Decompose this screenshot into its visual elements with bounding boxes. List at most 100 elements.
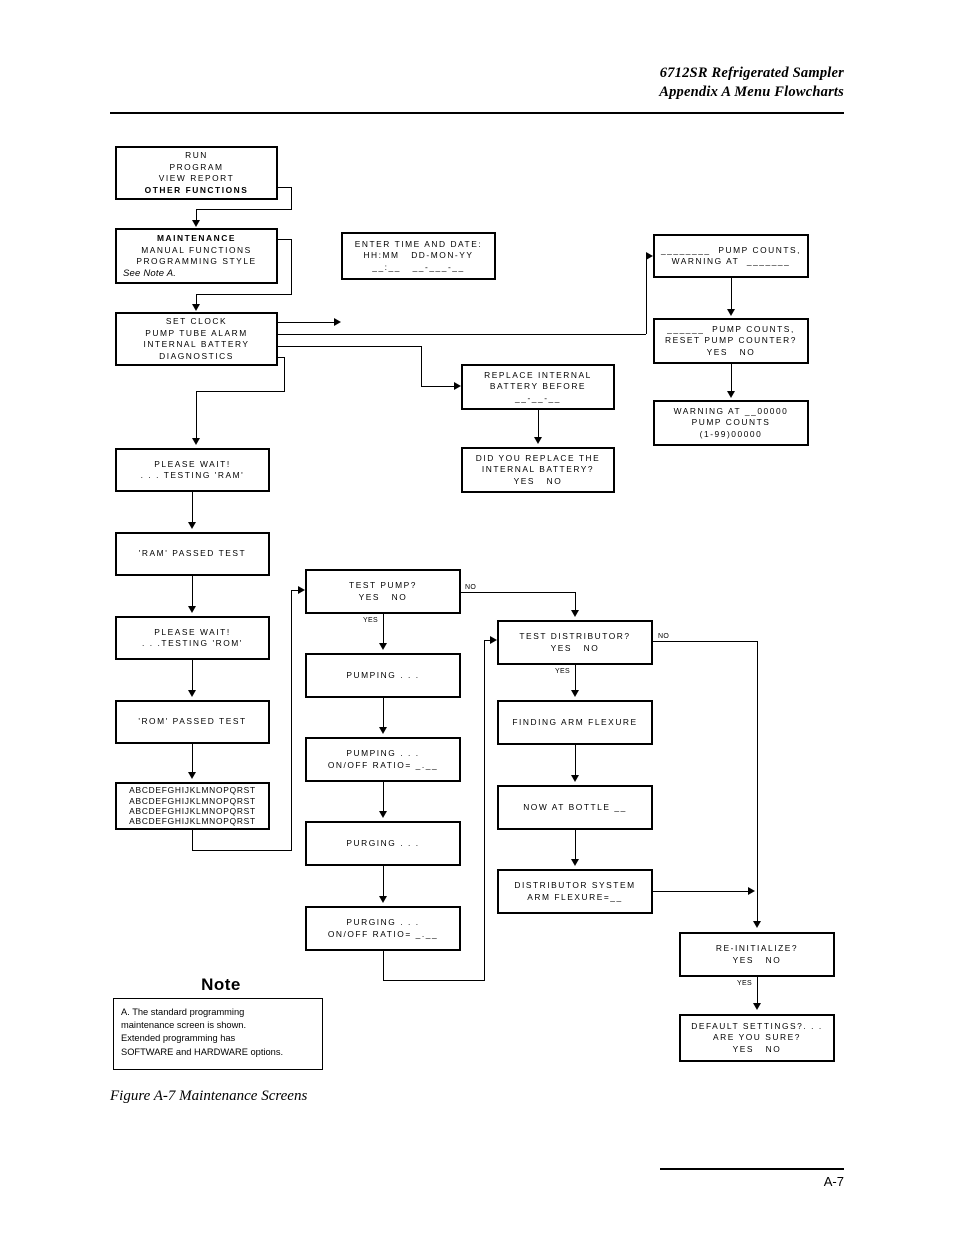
alphabet-row-1: ABCDEFGHIJKLMNOPQRST xyxy=(129,795,256,806)
box-warning-at-pump-counts: WARNING AT __00000 PUMP COUNTS (1-99)000… xyxy=(653,400,809,446)
default-settings-line-0: DEFAULT SETTINGS?. . . xyxy=(691,1020,823,1031)
arrow-reset-to-warning xyxy=(727,391,735,398)
enter-time-line-1: HH:MM DD-MON-YY xyxy=(363,250,474,261)
re-initialize-line-1: YES NO xyxy=(732,954,782,965)
submenu-line-set-clock: SET CLOCK xyxy=(165,316,228,326)
connector-diag-to-ram-h2 xyxy=(196,391,285,392)
re-initialize-line-0: RE-INITIALIZE? xyxy=(715,943,799,953)
box-test-pump: TEST PUMP? YES NO xyxy=(305,569,461,614)
connector-diag-to-ram-v1 xyxy=(284,357,285,391)
connector-testpump-no-v xyxy=(575,592,576,610)
arrow-testpump-to-pumping xyxy=(379,643,387,650)
box-distributor-system-arm-flexure: DISTRIBUTOR SYSTEM ARM FLEXURE=__ xyxy=(497,869,653,914)
box-main-menu: RUN PROGRAM VIEW REPORT OTHER FUNCTIONS xyxy=(115,146,278,200)
connector-reset-to-warning-v xyxy=(731,364,732,393)
box-enter-time-date: ENTER TIME AND DATE: HH:MM DD-MON-YY __:… xyxy=(341,232,496,280)
connector-rompassed-to-alpha-v xyxy=(192,744,193,773)
page-number: A-7 xyxy=(823,1174,844,1189)
pumping-line-0: PUMPING . . . xyxy=(346,669,420,680)
distributor-system-line-0: DISTRIBUTOR SYSTEM xyxy=(514,880,636,890)
connector-ratio-to-purging-v xyxy=(383,782,384,813)
arrow-purgingratio-to-distributor xyxy=(490,636,497,644)
connector-alpha-to-testpump-v1 xyxy=(192,830,193,850)
replace-battery-line-0: REPLACE INTERNAL xyxy=(484,369,592,380)
finding-arm-flexure-line-0: FINDING ARM FLEXURE xyxy=(512,716,638,727)
box-did-you-replace-battery: DID YOU REPLACE THE INTERNAL BATTERY? YE… xyxy=(461,447,615,493)
connector-purging-to-purgingratio-v xyxy=(383,866,384,898)
connector-ram-to-rampassed-v xyxy=(192,492,193,523)
arrow-ratio-to-purging xyxy=(379,811,387,818)
purging-line-0: PURGING . . . xyxy=(346,837,420,848)
connector-distributor-no-h xyxy=(653,641,757,642)
arrow-diag-to-ram xyxy=(192,438,200,445)
alphabet-row-2: ABCDEFGHIJKLMNOPQRST xyxy=(129,806,256,816)
connector-maint-to-submenu-v xyxy=(291,239,292,294)
distributor-system-line-1: ARM FLEXURE=__ xyxy=(527,891,623,902)
default-settings-line-1: ARE YOU SURE? xyxy=(713,1032,801,1043)
connector-battery-to-replace-v xyxy=(421,346,422,386)
connector-purgingratio-to-distributor-v2 xyxy=(484,640,485,980)
connector-setclock-to-time-h xyxy=(278,322,334,323)
note-line-0: A. The standard programming xyxy=(121,1007,245,1017)
arrow-bottle-to-system xyxy=(571,859,579,866)
box-testing-ram: PLEASE WAIT! . . . TESTING 'RAM' xyxy=(115,448,270,492)
arrow-finding-to-bottle xyxy=(571,775,579,782)
note-title: Note xyxy=(201,975,241,994)
reset-pump-counter-line-2: YES NO xyxy=(706,346,756,357)
note-line-2: Extended programming has xyxy=(121,1033,236,1044)
arrow-pumping-to-ratio xyxy=(379,727,387,734)
reset-pump-counter-line-1: RESET PUMP COUNTER? xyxy=(665,335,797,346)
branch-label-testpump-yes: YES xyxy=(362,617,379,624)
header-title-line2: Appendix A Menu Flowcharts xyxy=(659,84,844,100)
connector-distributor-no-v xyxy=(757,641,758,922)
main-menu-line-0: RUN xyxy=(185,150,208,160)
arrow-reinit-to-default xyxy=(753,1003,761,1010)
ram-passed-line-0: 'RAM' PASSED TEST xyxy=(138,548,247,559)
connector-main-to-maintenance-h1 xyxy=(278,187,292,188)
arrow-counts-to-reset xyxy=(727,309,735,316)
box-alphabet-display-test: ABCDEFGHIJKLMNOPQRST ABCDEFGHIJKLMNOPQRS… xyxy=(115,782,270,830)
alphabet-row-0: ABCDEFGHIJKLMNOPQRST xyxy=(129,785,256,796)
test-pump-line-0: TEST PUMP? xyxy=(349,580,417,590)
note-line-1: maintenance screen is shown. xyxy=(121,1020,247,1031)
warning-counts-line-1: PUMP COUNTS xyxy=(691,417,771,428)
box-now-at-bottle: NOW AT BOTTLE __ xyxy=(497,785,653,830)
replace-battery-line-2: __-__-__ xyxy=(515,392,561,403)
arrow-distributor-to-finding xyxy=(571,690,579,697)
rom-passed-line-0: 'ROM' PASSED TEST xyxy=(138,716,247,727)
pump-counts-warning-line-1: WARNING AT _______ xyxy=(671,256,791,266)
branch-label-reinit-yes: YES xyxy=(736,980,753,987)
submenu-line-diagnostics: DIAGNOSTICS xyxy=(159,350,234,361)
purging-ratio-line-1: ON/OFF RATIO= _.__ xyxy=(327,928,439,939)
connector-pumpalarm-to-counts-h xyxy=(278,334,646,335)
connector-purgingratio-to-distributor-h xyxy=(383,980,485,981)
connector-testpump-yes-v xyxy=(383,614,384,645)
connector-alpha-to-testpump-v2 xyxy=(291,590,292,850)
pumping-ratio-line-0: PUMPING . . . xyxy=(346,748,420,758)
enter-time-line-2: __:__ __-___-__ xyxy=(372,261,465,272)
connector-main-to-maintenance-h2 xyxy=(196,209,292,210)
arrow-testpump-no-to-distributor xyxy=(571,610,579,617)
connector-rom-to-rompassed-v xyxy=(192,660,193,691)
connector-finding-to-bottle-v xyxy=(575,745,576,776)
connector-alpha-to-testpump-h2 xyxy=(291,590,298,591)
connector-main-to-maintenance-v xyxy=(291,187,292,209)
branch-label-distributor-yes: YES xyxy=(554,668,571,675)
header-divider xyxy=(110,112,844,114)
arrow-setclock-to-time xyxy=(334,318,341,326)
arrow-replace-to-did xyxy=(534,437,542,444)
test-distributor-line-0: TEST DISTRIBUTOR? xyxy=(519,631,631,641)
arrow-battery-to-replace xyxy=(454,382,461,390)
arrow-maint-to-submenu xyxy=(192,304,200,311)
now-at-bottle-line-0: NOW AT BOTTLE __ xyxy=(523,801,627,812)
enter-time-line-0: ENTER TIME AND DATE: xyxy=(354,238,483,249)
connector-alpha-to-testpump-h xyxy=(192,850,292,851)
box-purging-ratio: PURGING . . . ON/OFF RATIO= _.__ xyxy=(305,906,461,951)
reset-pump-counter-line-0: ______ PUMP COUNTS, xyxy=(667,323,795,334)
box-pumping-ratio: PUMPING . . . ON/OFF RATIO= _.__ xyxy=(305,737,461,782)
test-distributor-line-1: YES NO xyxy=(550,642,600,653)
maintenance-note-ref: See Note A. xyxy=(123,267,177,279)
box-ram-passed-test: 'RAM' PASSED TEST xyxy=(115,532,270,576)
arrow-rampassed-to-rom xyxy=(188,606,196,613)
pumping-ratio-line-1: ON/OFF RATIO= _.__ xyxy=(327,759,439,770)
